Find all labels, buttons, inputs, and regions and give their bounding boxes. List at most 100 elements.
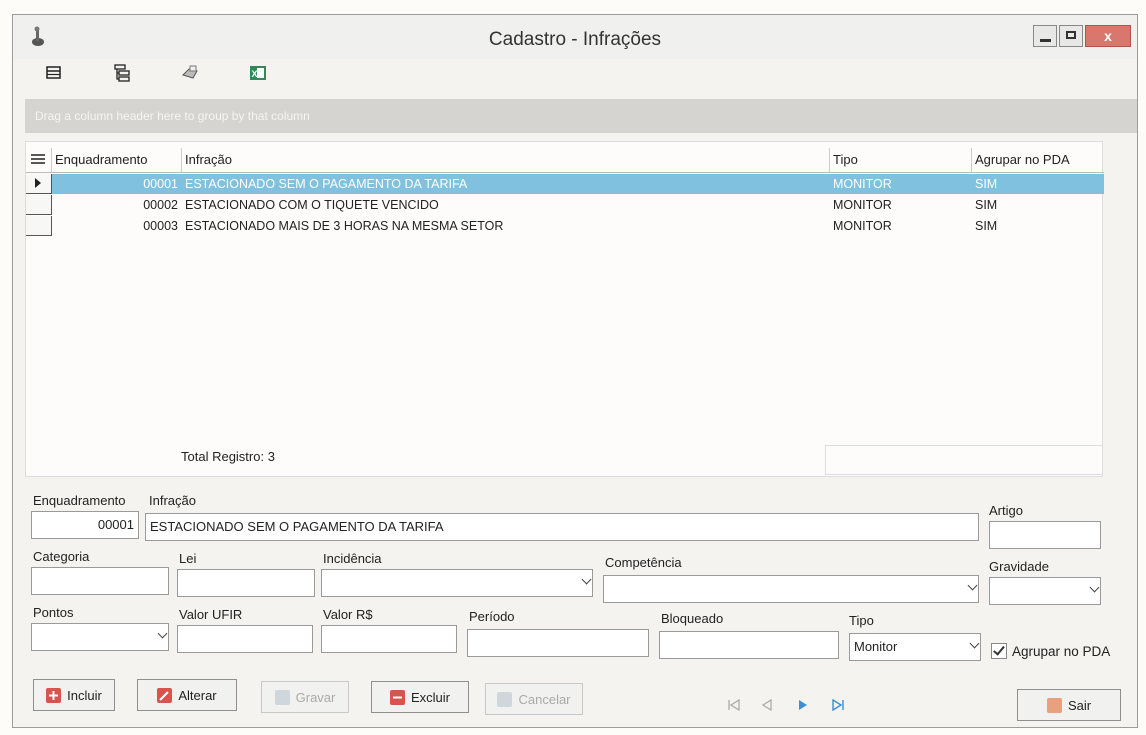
- window-controls: x: [1033, 25, 1131, 47]
- first-record-icon[interactable]: [727, 699, 741, 711]
- lei-field[interactable]: [177, 569, 315, 597]
- print-toolbar-button[interactable]: [177, 61, 203, 85]
- row-indicator[interactable]: [26, 195, 52, 215]
- gravidade-select[interactable]: [989, 577, 1101, 605]
- competencia-select[interactable]: [603, 575, 979, 603]
- export-excel-toolbar-button[interactable]: X: [245, 61, 271, 85]
- periodo-field[interactable]: [467, 629, 649, 657]
- tree-icon: [114, 64, 130, 82]
- maximize-button[interactable]: [1059, 25, 1083, 47]
- cell-tipo: MONITOR: [833, 177, 892, 191]
- exit-door-icon: [1046, 697, 1062, 713]
- cell-infracao: ESTACIONADO COM O TIQUETE VENCIDO: [185, 198, 439, 212]
- enquadramento-field[interactable]: 00001: [31, 511, 139, 539]
- tipo-label: Tipo: [849, 613, 874, 628]
- valor-rs-label: Valor R$: [323, 607, 373, 622]
- cell-tipo: MONITOR: [833, 198, 892, 212]
- valor-ufir-label: Valor UFIR: [179, 607, 243, 622]
- group-by-panel[interactable]: Drag a column header here to group by th…: [25, 99, 1137, 133]
- incidencia-select[interactable]: [321, 569, 593, 597]
- periodo-label: Período: [469, 609, 515, 624]
- cell-enquadramento: 00001: [143, 177, 178, 191]
- valor-ufir-field[interactable]: [177, 625, 313, 653]
- gravar-button[interactable]: Gravar: [261, 681, 349, 713]
- grid-footer-summary-box: [825, 445, 1103, 475]
- edit-icon: [157, 687, 173, 703]
- tipo-select[interactable]: Monitor: [849, 633, 981, 661]
- cell-enquadramento: 00002: [143, 198, 178, 212]
- alterar-button[interactable]: Alterar: [137, 679, 237, 711]
- close-button[interactable]: x: [1085, 25, 1131, 47]
- categoria-label: Categoria: [33, 549, 90, 564]
- cell-infracao: ESTACIONADO MAIS DE 3 HORAS NA MESMA SET…: [185, 219, 504, 233]
- svg-text:X: X: [252, 69, 258, 79]
- add-icon: [46, 687, 62, 703]
- tipo-select-value: Monitor: [854, 639, 898, 654]
- table-row[interactable]: 00003 ESTACIONADO MAIS DE 3 HORAS NA MES…: [26, 216, 1104, 236]
- bloqueado-field[interactable]: [659, 631, 839, 659]
- table-row[interactable]: 00001 ESTACIONADO SEM O PAGAMENTO DA TAR…: [26, 174, 1104, 194]
- incluir-button[interactable]: Incluir: [33, 679, 115, 711]
- minimize-icon: [1040, 39, 1051, 42]
- excluir-label: Excluir: [410, 689, 450, 705]
- group-panel-toolbar-button[interactable]: [41, 61, 67, 85]
- minimize-button[interactable]: [1033, 25, 1057, 47]
- incidencia-label: Incidência: [323, 551, 382, 566]
- infracao-field[interactable]: ESTACIONADO SEM O PAGAMENTO DA TARIFA: [145, 513, 979, 541]
- header-enquadramento[interactable]: Enquadramento: [52, 148, 182, 172]
- last-record-icon[interactable]: [831, 699, 845, 711]
- sair-button[interactable]: Sair: [1017, 689, 1121, 721]
- incluir-label: Incluir: [67, 687, 102, 703]
- competencia-label: Competência: [605, 555, 682, 570]
- total-records-label: Total Registro: 3: [181, 449, 275, 464]
- cell-agrupar: SIM: [975, 219, 998, 233]
- window-title: Cadastro - Infrações: [488, 29, 662, 50]
- delete-icon: [389, 689, 405, 705]
- valor-rs-field[interactable]: [321, 625, 457, 653]
- gravar-label: Gravar: [295, 689, 336, 705]
- previous-record-icon[interactable]: [761, 699, 773, 711]
- column-chooser-icon: [31, 154, 45, 164]
- alterar-label: Alterar: [178, 687, 217, 703]
- main-window: Cadastro - Infrações x X Drag a column h…: [12, 14, 1138, 728]
- checkbox-checked-icon: [991, 643, 1007, 659]
- current-row-arrow-icon: [35, 178, 41, 188]
- bloqueado-label: Bloqueado: [661, 611, 724, 626]
- pontos-select[interactable]: [31, 623, 169, 651]
- grid-header: Enquadramento Infração Tipo Agrupar no P…: [26, 148, 1104, 173]
- cell-infracao: ESTACIONADO SEM O PAGAMENTO DA TARIFA: [185, 177, 468, 191]
- header-agrupar-pda[interactable]: Agrupar no PDA: [972, 148, 1104, 172]
- row-indicator[interactable]: [26, 216, 52, 236]
- row-indicator[interactable]: [26, 174, 52, 194]
- header-infracao[interactable]: Infração: [182, 148, 830, 172]
- pontos-label: Pontos: [33, 605, 74, 620]
- agrupar-pda-label: Agrupar no PDA: [1012, 643, 1111, 659]
- enquadramento-label: Enquadramento: [33, 493, 126, 508]
- infracao-label: Infração: [149, 493, 196, 508]
- cancelar-label: Cancelar: [518, 691, 571, 707]
- group-by-hint: Drag a column header here to group by th…: [35, 109, 310, 123]
- cell-agrupar: SIM: [975, 177, 998, 191]
- next-record-icon[interactable]: [797, 699, 809, 711]
- printer-icon: [182, 65, 198, 79]
- sair-label: Sair: [1067, 697, 1092, 713]
- categoria-field[interactable]: [31, 567, 169, 595]
- save-icon: [274, 689, 290, 705]
- maximize-icon: [1066, 31, 1076, 39]
- infractions-grid: Enquadramento Infração Tipo Agrupar no P…: [25, 141, 1104, 477]
- cancelar-button[interactable]: Cancelar: [485, 683, 583, 715]
- title-bar: Cadastro - Infrações x: [13, 15, 1137, 59]
- cell-tipo: MONITOR: [833, 219, 892, 233]
- artigo-field[interactable]: [989, 521, 1101, 549]
- toolbar: X: [41, 61, 271, 87]
- cancel-icon: [497, 691, 513, 707]
- table-row[interactable]: 00002 ESTACIONADO COM O TIQUETE VENCIDO …: [26, 195, 1104, 215]
- header-tipo[interactable]: Tipo: [830, 148, 972, 172]
- artigo-label: Artigo: [989, 503, 1023, 518]
- gravidade-label: Gravidade: [989, 559, 1049, 574]
- tree-view-toolbar-button[interactable]: [109, 61, 135, 85]
- agrupar-pda-checkbox[interactable]: Agrupar no PDA: [991, 643, 1110, 659]
- column-chooser-button[interactable]: [26, 148, 52, 172]
- group-panel-icon: [46, 66, 61, 79]
- excluir-button[interactable]: Excluir: [371, 681, 469, 713]
